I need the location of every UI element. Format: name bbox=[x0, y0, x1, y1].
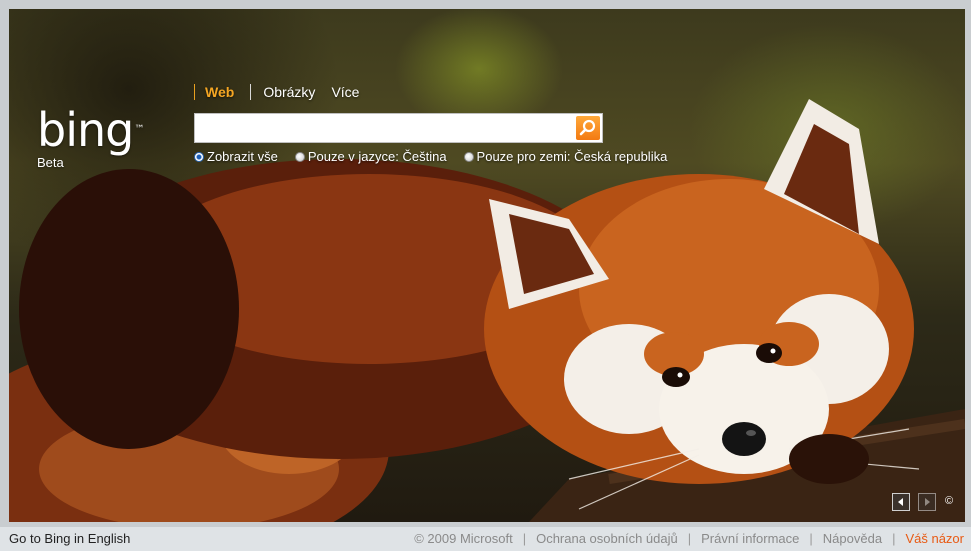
scope-option-label: Pouze v jazyce: Čeština bbox=[307, 149, 447, 164]
footer-separator: | bbox=[809, 531, 813, 546]
nav-more[interactable]: Více bbox=[331, 84, 359, 100]
red-panda-illustration bbox=[9, 99, 965, 522]
previous-image-button[interactable] bbox=[892, 493, 910, 511]
copyright-text: © 2009 Microsoft bbox=[414, 531, 513, 546]
search-vertical-nav: Web Obrázky Více bbox=[194, 84, 375, 100]
background-image bbox=[9, 9, 965, 522]
search-input[interactable] bbox=[197, 116, 575, 142]
scope-option-label: Pouze pro zemi: Česká republika bbox=[476, 149, 668, 164]
feedback-link[interactable]: Váš názor bbox=[905, 531, 964, 546]
nav-images[interactable]: Obrázky bbox=[263, 84, 315, 100]
privacy-link[interactable]: Ochrana osobních údajů bbox=[536, 531, 678, 546]
radio-selected-icon[interactable] bbox=[194, 151, 204, 162]
scope-option-all[interactable]: Zobrazit vše bbox=[194, 149, 278, 164]
search-box bbox=[194, 113, 603, 143]
legal-link[interactable]: Právní informace bbox=[701, 531, 799, 546]
footer: Go to Bing in English © 2009 Microsoft |… bbox=[0, 527, 971, 551]
scope-option-language[interactable]: Pouze v jazyce: Čeština bbox=[294, 149, 447, 164]
footer-separator: | bbox=[522, 531, 527, 546]
search-button[interactable] bbox=[576, 116, 600, 140]
footer-links: © 2009 Microsoft | Ochrana osobních údaj… bbox=[414, 531, 964, 546]
page-frame: bing™ Beta Web Obrázky Více Zobrazit vše… bbox=[0, 0, 971, 527]
arrow-right-icon bbox=[925, 498, 930, 506]
next-image-button[interactable] bbox=[918, 493, 936, 511]
image-copyright-icon[interactable]: © bbox=[945, 495, 953, 507]
radio-icon[interactable] bbox=[463, 151, 474, 162]
radio-icon[interactable] bbox=[294, 151, 305, 162]
nav-divider bbox=[250, 84, 252, 100]
logo-wordmark: bing™ bbox=[37, 103, 144, 157]
logo-beta-label: Beta bbox=[37, 155, 64, 170]
search-scope-options: Zobrazit vše Pouze v jazyce: Čeština Pou… bbox=[194, 149, 684, 164]
nav-web[interactable]: Web bbox=[205, 84, 234, 100]
magnifier-icon bbox=[579, 119, 596, 136]
footer-separator: | bbox=[687, 531, 692, 546]
nav-divider bbox=[194, 84, 195, 100]
help-link[interactable]: Nápověda bbox=[823, 531, 882, 546]
bing-logo[interactable]: bing™ Beta bbox=[37, 103, 144, 170]
scope-option-country[interactable]: Pouze pro zemi: Česká republika bbox=[463, 149, 668, 164]
arrow-left-icon bbox=[898, 498, 903, 506]
scope-option-label: Zobrazit vše bbox=[207, 149, 278, 164]
english-site-link[interactable]: Go to Bing in English bbox=[9, 531, 130, 546]
footer-separator: | bbox=[892, 531, 896, 546]
